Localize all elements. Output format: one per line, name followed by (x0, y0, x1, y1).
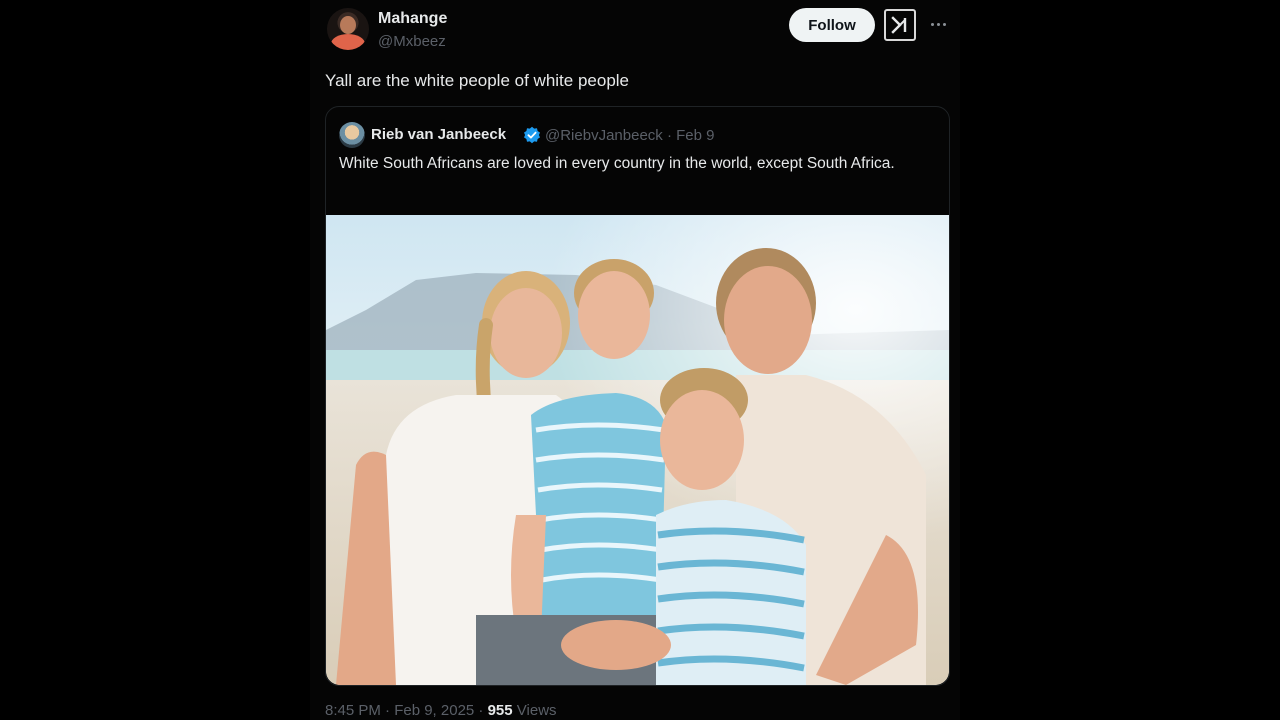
grok-icon (891, 16, 907, 34)
quoted-display-name[interactable]: Rieb van Janbeeck (371, 126, 506, 143)
follow-button[interactable]: Follow (789, 8, 875, 42)
screen: Mahange @Mxbeez Follow Yall are the whit… (0, 0, 1280, 720)
more-options-button[interactable] (926, 14, 950, 34)
author-avatar[interactable] (327, 8, 369, 50)
quoted-tweet[interactable]: Rieb van Janbeeck @RiebvJanbeeck · Feb 9… (325, 106, 950, 686)
tweet-card: Mahange @Mxbeez Follow Yall are the whit… (310, 0, 960, 720)
quoted-avatar[interactable] (339, 122, 365, 148)
avatar-shirt (331, 34, 365, 50)
family-beach-photo (326, 215, 949, 685)
timestamp[interactable]: 8:45 PM · Feb 9, 2025 · (325, 702, 488, 719)
verified-badge-icon (524, 126, 540, 144)
quoted-handle-date: @RiebvJanbeeck · Feb 9 (545, 127, 715, 144)
avatar-face (340, 16, 356, 34)
author-handle[interactable]: @Mxbeez (378, 33, 446, 50)
more-horizontal-icon (930, 22, 934, 26)
views-label: Views (516, 702, 557, 719)
author-display-name[interactable]: Mahange (378, 10, 447, 28)
quoted-photo[interactable] (326, 215, 949, 685)
grok-button[interactable] (884, 9, 916, 41)
views-count: 955 (487, 702, 513, 719)
quoted-text: White South Africans are loved in every … (339, 155, 895, 172)
tweet-meta: 8:45 PM · Feb 9, 2025 · 955 Views (325, 702, 557, 719)
more-dot (936, 22, 940, 26)
more-dot (942, 22, 946, 26)
tweet-text: Yall are the white people of white peopl… (325, 71, 629, 90)
